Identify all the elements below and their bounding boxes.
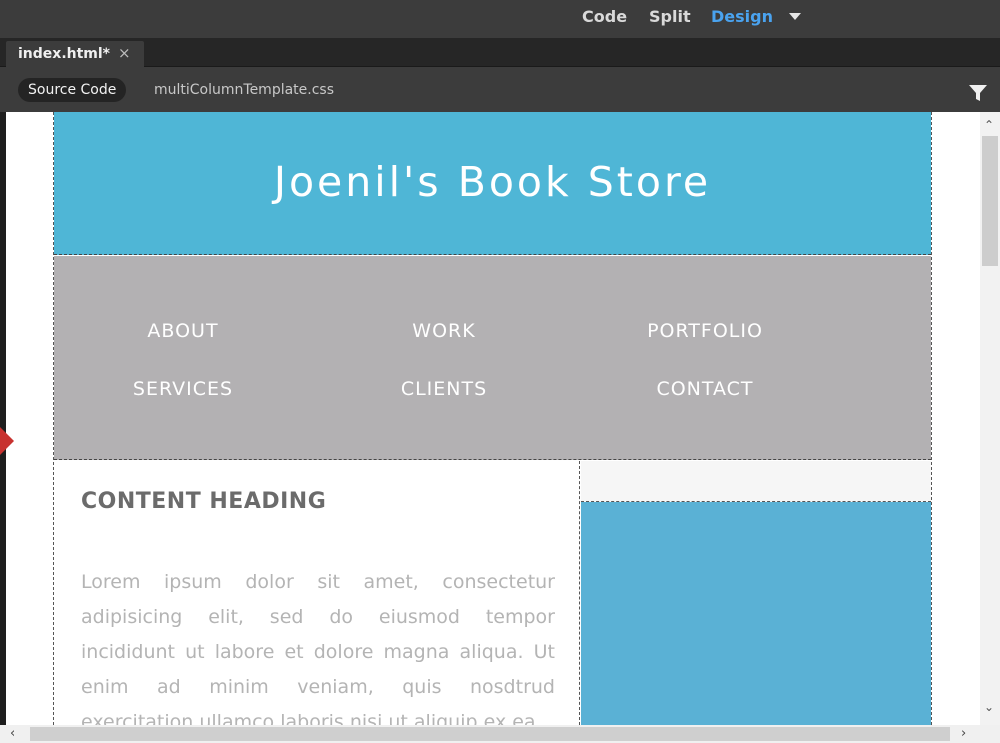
selection-arrow-icon (0, 427, 14, 455)
scroll-up-icon[interactable]: ⌃ (984, 118, 994, 132)
scroll-down-icon[interactable]: ⌄ (984, 700, 994, 714)
document-tab-index[interactable]: index.html* × (6, 41, 144, 68)
horizontal-scroll-thumb[interactable] (30, 727, 950, 741)
source-code-button[interactable]: Source Code (18, 78, 127, 102)
split-view-button[interactable]: Split (649, 7, 691, 26)
content-body[interactable]: Lorem ipsum dolor sit amet, consectetur … (81, 565, 555, 725)
related-files-bar: Source Code multiColumnTemplate.css (0, 67, 1000, 112)
page-container[interactable]: Joenil's Book Store ABOUT WORK PORTFOLIO… (53, 112, 932, 725)
document-tab-bar: index.html* × (0, 38, 1000, 68)
css-file-link[interactable]: multiColumnTemplate.css (154, 82, 334, 98)
main-content[interactable]: CONTENT HEADING Lorem ipsum dolor sit am… (54, 461, 580, 725)
nav-link-contact[interactable]: CONTACT (605, 378, 805, 400)
view-switcher-bar: Code Split Design (0, 0, 1000, 38)
scroll-left-icon[interactable]: ‹ (10, 726, 15, 741)
nav-link-services[interactable]: SERVICES (83, 378, 283, 400)
site-title[interactable]: Joenil's Book Store (54, 158, 931, 206)
sidebar-aside[interactable] (581, 461, 931, 725)
nav-link-work[interactable]: WORK (344, 320, 544, 342)
site-nav[interactable]: ABOUT WORK PORTFOLIO SERVICES CLIENTS CO… (54, 256, 931, 460)
close-icon[interactable]: × (118, 44, 131, 62)
aside-image-placeholder[interactable] (581, 502, 931, 725)
nav-link-portfolio[interactable]: PORTFOLIO (605, 320, 805, 342)
nav-link-clients[interactable]: CLIENTS (344, 378, 544, 400)
design-view-button[interactable]: Design (711, 7, 773, 26)
scroll-right-icon[interactable]: › (961, 726, 966, 741)
content-heading[interactable]: CONTENT HEADING (81, 489, 326, 514)
nav-link-about[interactable]: ABOUT (83, 320, 283, 342)
aside-top-region[interactable] (581, 461, 931, 502)
horizontal-scrollbar[interactable]: ‹ › (0, 725, 1000, 743)
vertical-scroll-thumb[interactable] (982, 136, 998, 266)
design-canvas[interactable]: Joenil's Book Store ABOUT WORK PORTFOLIO… (6, 112, 980, 725)
vertical-scrollbar[interactable]: ⌃ ⌄ (980, 112, 1000, 725)
filter-icon[interactable] (968, 83, 988, 103)
document-tab-title: index.html* (18, 46, 110, 62)
caret-down-icon[interactable] (789, 13, 801, 20)
code-view-button[interactable]: Code (582, 7, 627, 26)
site-header[interactable]: Joenil's Book Store (54, 112, 931, 255)
